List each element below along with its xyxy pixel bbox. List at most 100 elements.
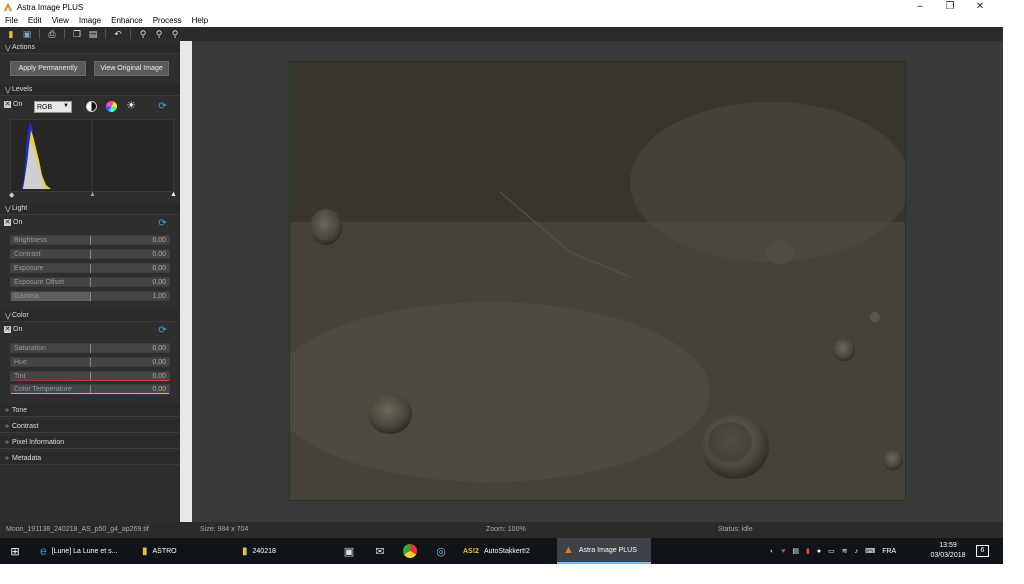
taskbar-item-240218-folder[interactable]: ▮ 240218 xyxy=(236,538,332,564)
gamma-slider[interactable]: Gamma 1,00 xyxy=(10,291,170,301)
expand-chevron-icon: » xyxy=(5,406,9,414)
levels-histogram[interactable] xyxy=(10,119,174,192)
moon-image[interactable] xyxy=(289,61,906,501)
menu-edit[interactable]: Edit xyxy=(23,16,47,25)
status-size: Size: 984 x 704 xyxy=(200,526,249,533)
taskbar-item-autostakkert[interactable]: AS!2 AutoStakkert!2 xyxy=(459,538,551,564)
color-reset-icon[interactable]: ⟳ xyxy=(157,325,168,336)
notification-count: 6 xyxy=(980,547,985,554)
tray-app-icon[interactable]: ♥ xyxy=(781,548,785,555)
expand-chevron-icon: » xyxy=(5,454,9,462)
section-actions[interactable]: ⋁ Actions xyxy=(0,42,180,54)
menu-help[interactable]: Help xyxy=(187,16,213,25)
undo-icon[interactable]: ↶ xyxy=(112,28,124,40)
input-method-icon[interactable]: ⌨ xyxy=(865,547,875,555)
slider-label: Exposure Offset xyxy=(14,279,65,286)
menu-view[interactable]: View xyxy=(47,16,74,25)
light-on-label: On xyxy=(13,219,23,226)
midpoint-handle[interactable]: ▲ xyxy=(89,191,96,198)
clock-date: 03/03/2018 xyxy=(930,552,966,559)
section-pixel-information[interactable]: » Pixel Information xyxy=(0,436,180,449)
taskbar-item-astro-folder[interactable]: ▮ ASTRO xyxy=(136,538,232,564)
copy-icon[interactable]: ❐ xyxy=(71,28,83,40)
image-viewer[interactable] xyxy=(192,41,1003,522)
contrast-icon[interactable] xyxy=(86,101,97,112)
menu-enhance[interactable]: Enhance xyxy=(106,16,148,25)
view-original-button[interactable]: View Original Image xyxy=(94,61,169,76)
save-icon[interactable]: ▣ xyxy=(21,28,33,40)
section-levels-label: Levels xyxy=(12,86,33,93)
volume-icon[interactable]: ♪ xyxy=(855,548,859,555)
zoom-in-icon[interactable]: ⚲ xyxy=(137,28,149,40)
section-levels[interactable]: ⋁ Levels xyxy=(0,84,180,96)
taskbar-item-astra[interactable]: ▲ Astra Image PLUS xyxy=(557,538,651,564)
taskbar-item-edge[interactable]: e [Lune] La Lune et s... xyxy=(36,538,132,564)
tray-app-icon[interactable]: ▤ xyxy=(792,547,799,555)
battery-icon[interactable]: ▭ xyxy=(828,547,835,555)
section-actions-label: Actions xyxy=(12,44,35,51)
hue-slider[interactable]: Hue 0,00 xyxy=(10,357,170,367)
section-color[interactable]: ⋁ Color xyxy=(0,310,180,322)
levels-reset-icon[interactable]: ⟳ xyxy=(157,101,168,112)
color-temperature-slider[interactable]: Color Temperature 0,00 xyxy=(10,384,170,394)
exposure-offset-slider[interactable]: Exposure Offset 0,00 xyxy=(10,277,170,287)
zoom-fit-icon[interactable]: ⚲ xyxy=(169,28,181,40)
slider-label: Saturation xyxy=(14,345,46,352)
paste-icon[interactable]: ▤ xyxy=(87,28,99,40)
section-metadata[interactable]: » Metadata xyxy=(0,452,180,465)
saturation-slider[interactable]: Saturation 0,00 xyxy=(10,343,170,353)
wifi-icon[interactable]: ≋ xyxy=(842,547,848,555)
exposure-slider[interactable]: Exposure 0,00 xyxy=(10,263,170,273)
mail-icon[interactable]: ✉ xyxy=(373,544,387,558)
white-point-handle[interactable]: ▲ xyxy=(170,191,177,198)
levels-on-toggle[interactable]: ✕ On xyxy=(4,101,22,108)
minimize-button[interactable]: – xyxy=(905,0,935,14)
color-wheel-icon[interactable] xyxy=(106,101,117,112)
status-zoom: Zoom: 100% xyxy=(486,526,526,533)
expand-chevron-icon: » xyxy=(5,422,9,430)
collapse-chevron-icon: ⋁ xyxy=(5,44,11,52)
menu-process[interactable]: Process xyxy=(148,16,187,25)
windows-start-icon[interactable]: ⊞ xyxy=(8,544,22,558)
toolbar: ▮ ▣ ⎙ ❐ ▤ ↶ ⚲ ⚲ ⚲ xyxy=(0,27,1003,41)
windows-taskbar: ⊞ e [Lune] La Lune et s... ▮ ASTRO ▮ 240… xyxy=(0,538,1003,564)
section-pixel-information-label: Pixel Information xyxy=(12,438,65,446)
open-folder-icon[interactable]: ▮ xyxy=(5,28,17,40)
black-point-handle[interactable]: ◆ xyxy=(9,191,14,199)
section-light[interactable]: ⋁ Light xyxy=(0,203,180,215)
close-button[interactable]: ✕ xyxy=(965,0,995,14)
brightness-sun-icon[interactable]: ☀ xyxy=(125,100,137,112)
apply-permanently-button[interactable]: Apply Permanently xyxy=(10,61,86,76)
print-icon[interactable]: ⎙ xyxy=(46,28,58,40)
clock-time: 13:59 xyxy=(939,542,957,549)
section-tone[interactable]: » Tone xyxy=(0,404,180,417)
contrast-slider[interactable]: Contrast 0,00 xyxy=(10,249,170,259)
tray-app-icon[interactable]: ▮ xyxy=(806,547,810,555)
collapse-chevron-icon: ⋁ xyxy=(5,312,11,320)
menu-image[interactable]: Image xyxy=(74,16,106,25)
tint-slider[interactable]: Tint 0,00 xyxy=(10,371,170,381)
panel-scrollbar[interactable] xyxy=(180,41,192,522)
restore-button[interactable]: ❐ xyxy=(935,0,965,14)
folder-icon: ▮ xyxy=(142,545,148,557)
app-window: Astra Image PLUS – ❐ ✕ File Edit View Im… xyxy=(0,0,1003,538)
zoom-out-icon[interactable]: ⚲ xyxy=(153,28,165,40)
store-icon[interactable]: ▣ xyxy=(342,544,356,558)
light-reset-icon[interactable]: ⟳ xyxy=(157,218,168,229)
toggle-x-icon: ✕ xyxy=(4,101,11,108)
light-on-toggle[interactable]: ✕ On xyxy=(4,219,22,226)
tray-app-icon[interactable]: ● xyxy=(817,548,821,555)
language-indicator[interactable]: FRA xyxy=(882,548,896,555)
color-on-toggle[interactable]: ✕ On xyxy=(4,326,22,333)
action-center-icon[interactable]: 6 xyxy=(976,545,989,557)
section-contrast[interactable]: » Contrast xyxy=(0,420,180,433)
channel-select[interactable]: RGB ▼ xyxy=(34,101,72,113)
chrome-icon[interactable] xyxy=(403,544,417,558)
tray-app-icon[interactable]: ◐ xyxy=(770,548,774,555)
menu-file[interactable]: File xyxy=(0,16,23,25)
brightness-slider[interactable]: Brightness 0,00 xyxy=(10,235,170,245)
sharpcap-icon[interactable]: ◎ xyxy=(434,544,448,558)
taskbar-clock[interactable]: 13:59 03/03/2018 xyxy=(925,541,971,561)
window-title: Astra Image PLUS xyxy=(17,2,84,12)
section-color-label: Color xyxy=(12,312,29,319)
